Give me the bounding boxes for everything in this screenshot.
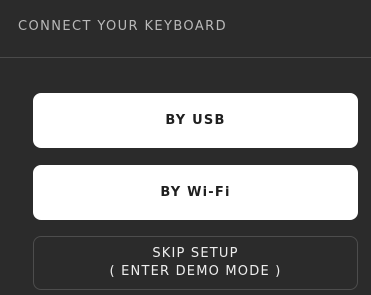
skip-setup-label: SKIP SETUP <box>152 246 239 261</box>
demo-mode-label: ( ENTER DEMO MODE ) <box>109 264 282 279</box>
panel-title: CONNECT YOUR KEYBOARD <box>18 19 227 34</box>
connect-keyboard-panel: CONNECT YOUR KEYBOARD BY USB BY Wi-Fi SK… <box>0 0 371 295</box>
connect-by-usb-label: BY USB <box>165 113 226 128</box>
connect-by-wifi-button[interactable]: BY Wi-Fi <box>33 165 358 220</box>
connect-by-wifi-label: BY Wi-Fi <box>160 185 231 200</box>
panel-header: CONNECT YOUR KEYBOARD <box>0 0 371 58</box>
skip-setup-button[interactable]: SKIP SETUP ( ENTER DEMO MODE ) <box>33 236 358 290</box>
connect-by-usb-button[interactable]: BY USB <box>33 93 358 148</box>
